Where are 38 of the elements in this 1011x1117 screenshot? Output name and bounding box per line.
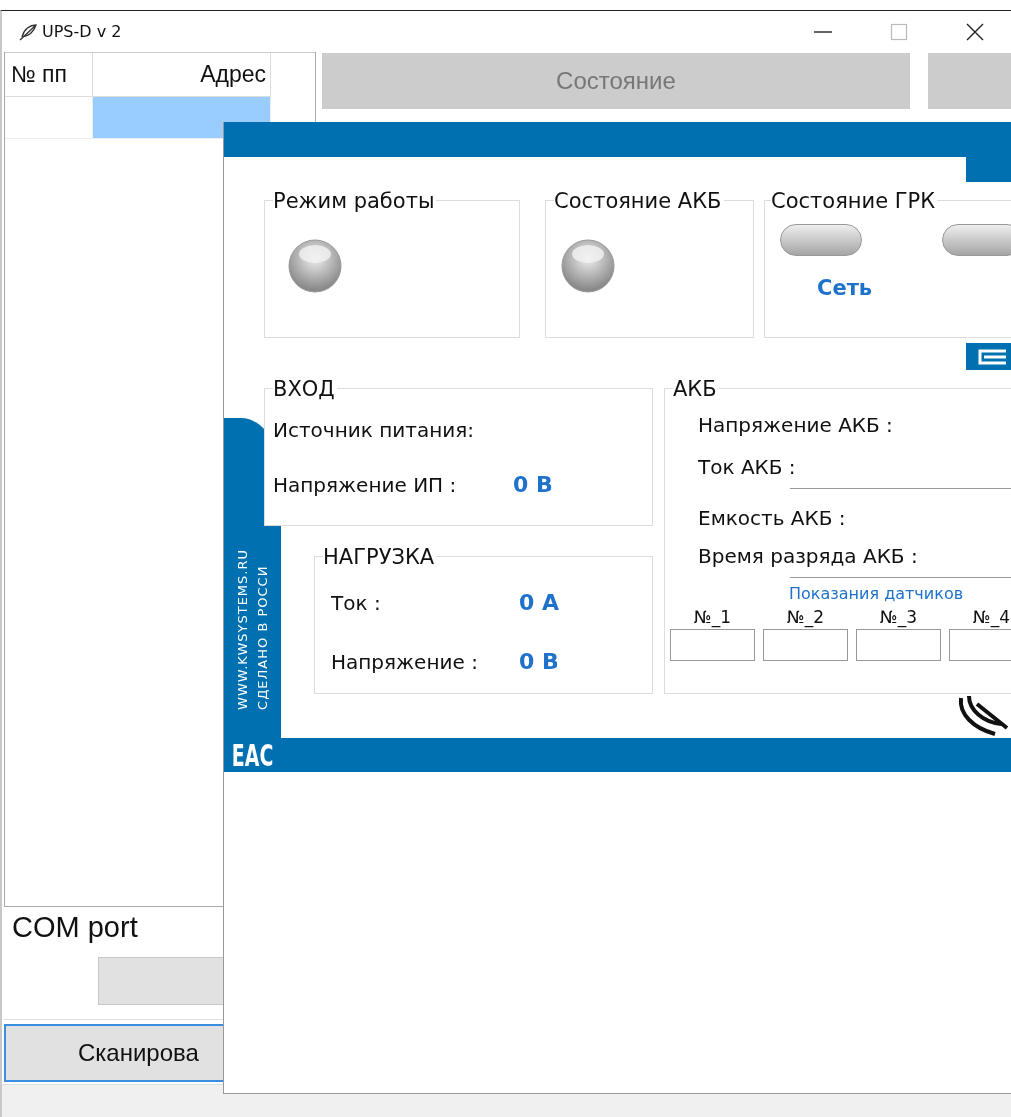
close-icon xyxy=(965,21,985,42)
certification-mark: ЕАС xyxy=(231,740,274,772)
feather-icon xyxy=(18,22,38,41)
corner-band xyxy=(966,157,1011,182)
sensor-field[interactable] xyxy=(763,629,848,661)
column-header[interactable]: № пп xyxy=(5,53,93,97)
sensor-field[interactable] xyxy=(856,629,941,661)
brand-text: СДЕЛАНО В РОССИ xyxy=(254,564,271,710)
sensor-field[interactable] xyxy=(670,629,755,661)
field-label: Ток : xyxy=(331,591,382,615)
sensor-label: №_2 xyxy=(787,606,824,629)
field-label: Емкость АКБ : xyxy=(698,505,847,531)
field-label: Ток АКБ : xyxy=(698,454,797,480)
window-title: UPS-D v 2 xyxy=(42,22,122,41)
maximize-icon xyxy=(889,21,909,42)
indicator-lamp xyxy=(287,238,343,294)
indicator-lamp xyxy=(560,238,617,294)
minimize-icon xyxy=(814,30,832,33)
field-label: Источник питания: xyxy=(273,418,475,442)
group-title: Режим работы xyxy=(273,188,437,214)
field-label: Время разряда АКБ : xyxy=(698,543,919,569)
field-label: Напряжение ИП : xyxy=(273,473,458,497)
field-value: 0 В xyxy=(519,649,559,674)
sensor-label: №_1 xyxy=(694,606,731,629)
sensor-label: №_3 xyxy=(880,606,917,629)
field-value: 0 А xyxy=(519,590,559,615)
field-label: Напряжение АКБ : xyxy=(698,412,894,438)
sensor-label: №_4 xyxy=(973,606,1010,629)
group-title: COM port xyxy=(11,910,139,944)
swirl-icon xyxy=(957,694,1011,738)
sensor-field[interactable] xyxy=(949,629,1011,661)
field-value: 0 В xyxy=(513,472,553,497)
indicator-lamp xyxy=(941,224,1011,256)
indicator-label: Сеть xyxy=(816,275,874,300)
field-label: Напряжение : xyxy=(331,650,479,674)
sensors-title: Показания датчиков xyxy=(788,583,965,603)
brand-text: WWW.KWSYSTEMS.RU xyxy=(234,549,251,710)
table-cell[interactable] xyxy=(93,97,271,139)
